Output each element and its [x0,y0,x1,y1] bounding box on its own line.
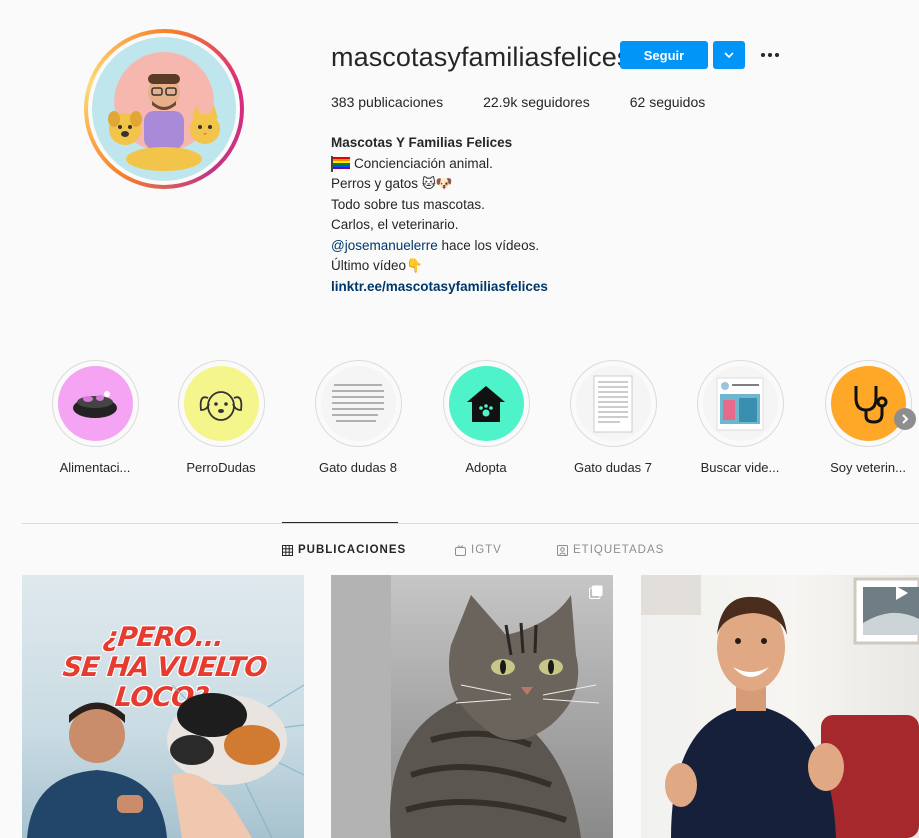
rainbow-flag-icon [333,156,350,169]
profile-avatar[interactable] [84,29,244,189]
bio-external-link[interactable]: linktr.ee/mascotasyfamiliasfelices [331,277,751,298]
tab-label: PUBLICACIONES [298,544,407,556]
pet-house-icon [467,385,505,422]
carousel-icon [589,585,603,599]
posts-count: 383 publicaciones [331,94,444,110]
highlight-item[interactable]: Gato dudas 7 [558,360,668,475]
video-thumbnail-icon [716,377,764,430]
highlight-label: PerroDudas [186,460,256,475]
tab-tagged[interactable]: ETIQUETADAS [557,544,664,556]
highlight-cover [448,366,524,441]
stethoscope-icon [854,385,888,424]
highlight-circle [824,360,912,447]
highlight-cover [57,366,133,441]
follow-button[interactable]: Seguir [620,41,708,69]
chevron-down-icon [724,52,734,58]
highlight-cover [183,366,259,441]
bio-line-awareness: Concienciación animal. [331,154,751,175]
active-tab-indicator [282,522,398,523]
mention-link[interactable]: @josemanuelerre [331,238,438,253]
post-thumbnail[interactable] [641,575,919,838]
profile-bio: Mascotas Y Familias Felices Concienciaci… [331,133,751,297]
avatar-border [88,33,240,185]
igtv-icon [455,544,466,556]
profile-stats: 383 publicaciones 22.9k seguidores 62 se… [331,94,745,110]
highlight-label: Gato dudas 8 [318,460,398,475]
highlight-label: Gato dudas 7 [573,460,653,475]
tab-igtv[interactable]: IGTV [455,544,502,556]
highlight-circle [177,360,265,447]
grid-icon [282,544,293,556]
tabs-divider [22,523,919,524]
profile-username: mascotasyfamiliasfelices [331,42,631,72]
highlight-cover [320,366,396,441]
suggestions-dropdown-button[interactable] [713,41,745,69]
highlight-item[interactable]: Gato dudas 8 [303,360,413,475]
highlight-cover [702,366,778,441]
highlight-circle [51,360,139,447]
chevron-right-icon [902,414,909,424]
bio-line-videos: @josemanuelerre hace los vídeos. [331,236,751,257]
tab-label: IGTV [471,544,502,556]
following-count[interactable]: 62 seguidos [630,94,706,110]
bio-text: hace los vídeos. [437,237,540,253]
post-thumbnail[interactable] [331,575,613,838]
post-thumbnail[interactable]: ¿PERO... SE HA VUELTO LOCO? [22,575,304,838]
bio-line-vet: Carlos, el veterinario. [331,217,459,232]
highlight-circle [314,360,402,447]
highlight-label: Soy veterin... [830,460,906,475]
more-options-button[interactable] [758,43,782,67]
highlight-label: Adopta [465,460,507,475]
story-highlights: Alimentaci... PerroDudas Gato dudas 8 Ad… [40,360,919,480]
highlight-item[interactable]: Alimentaci... [40,360,150,475]
video-play-icon [896,586,908,600]
highlights-next-button[interactable] [894,408,916,430]
highlight-item[interactable]: PerroDudas [166,360,276,475]
highlight-label: Alimentaci... [59,460,131,475]
text-page-icon [332,383,384,422]
bio-line-last-video: Último vídeo👇 [331,258,423,273]
avatar-illustration [108,74,220,171]
highlight-item[interactable]: Buscar vide... [685,360,795,475]
tab-label: ETIQUETADAS [573,544,665,556]
post-image-tabby-cat [331,575,613,838]
tab-posts[interactable]: PUBLICACIONES [282,544,406,556]
highlight-cover [575,366,651,441]
bio-line-about: Todo sobre tus mascotas. [331,196,485,212]
more-dots-icon [761,53,779,57]
highlight-circle [442,360,530,447]
post-image-man-with-cat [27,684,304,838]
document-icon [593,375,633,432]
tagged-icon [557,544,568,556]
highlight-circle [696,360,784,447]
food-bowl-icon [73,390,117,418]
highlight-circle [569,360,657,447]
profile-full-name: Mascotas Y Familias Felices [331,135,513,150]
followers-count[interactable]: 22.9k seguidores [483,94,590,110]
dog-face-icon [199,390,243,421]
highlight-label: Buscar vide... [700,460,780,475]
bio-line-pets: Perros y gatos 🐱🐶 [331,176,453,191]
highlight-item[interactable]: Adopta [431,360,541,475]
post-image-man-talking [641,575,919,838]
avatar-image [92,37,236,181]
bio-text: Concienciación animal. [354,155,493,171]
highlight-cover [830,366,906,441]
